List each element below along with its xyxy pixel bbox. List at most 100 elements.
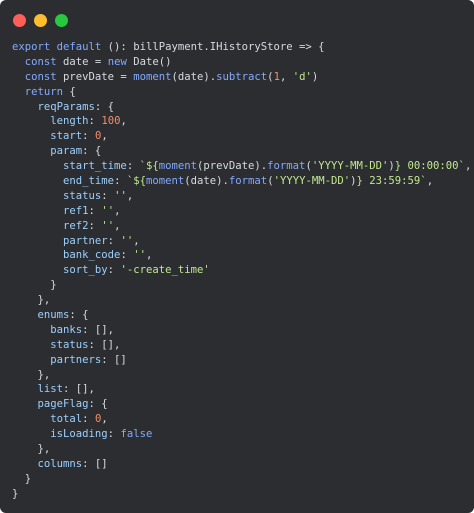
- code-token: 'YYYY-MM-DD': [311, 160, 389, 173]
- code-token: }: [12, 472, 32, 485]
- code-line: ref2: '',: [12, 219, 468, 234]
- code-token: billPayment: [133, 41, 204, 53]
- code-line: pageFlag: {: [12, 397, 468, 412]
- code-token: export default: [12, 41, 102, 53]
- code-token: : []: [101, 353, 127, 366]
- code-token: banks: [12, 323, 83, 336]
- code-token: bank_code: [12, 249, 121, 262]
- code-line: start_time: `${moment(prevDate).format('…: [12, 159, 472, 174]
- code-token: } 00:00:00`: [394, 160, 465, 173]
- code-token: enums: [12, 309, 70, 322]
- code-line: param: {: [12, 144, 468, 159]
- code-line: const date = new Date(): [12, 55, 468, 70]
- code-token: `${: [126, 175, 146, 188]
- code-token: :: [107, 234, 121, 247]
- code-line: status: [],: [12, 338, 468, 353]
- code-line: ref1: '',: [12, 204, 468, 219]
- code-line: }: [12, 487, 468, 502]
- code-token: const: [12, 55, 57, 68]
- code-line: const prevDate = moment(date).subtract(1…: [12, 70, 468, 85]
- code-token: '': [120, 234, 134, 247]
- code-line: },: [12, 368, 468, 383]
- code-token: :: [120, 249, 134, 262]
- code-token: ,: [126, 189, 134, 202]
- code-token: }: [12, 487, 19, 500]
- code-token: :: [101, 189, 115, 202]
- code-line: start: 0,: [12, 129, 468, 144]
- code-line: }: [12, 278, 468, 293]
- code-token: },: [12, 294, 51, 307]
- code-line: banks: [],: [12, 323, 468, 338]
- code-line: },: [12, 442, 468, 457]
- code-token: :: [82, 413, 95, 426]
- code-token: ref2: [12, 219, 89, 232]
- code-token: format: [228, 175, 268, 188]
- window-titlebar: [0, 0, 474, 40]
- code-token: :: [88, 204, 102, 217]
- code-token: {: [63, 85, 76, 98]
- minimize-window-button[interactable]: [34, 14, 47, 27]
- code-token: :: [82, 130, 95, 143]
- code-token: : {: [82, 145, 102, 158]
- code-token: list: [12, 383, 64, 396]
- code-token: date =: [56, 55, 108, 68]
- code-line: enums: {: [12, 308, 468, 323]
- code-token: '': [101, 219, 115, 232]
- code-token: } 23:59:59`: [356, 175, 427, 188]
- code-token: ,: [101, 130, 108, 143]
- code-token: : [],: [82, 323, 115, 336]
- code-token: ): [311, 70, 319, 83]
- code-token: isLoading: [12, 428, 108, 441]
- code-token: `${: [139, 160, 159, 173]
- code-token: }: [12, 279, 57, 292]
- code-token: ref1: [12, 204, 89, 217]
- code-token: :: [88, 115, 102, 128]
- code-token: 'd': [292, 70, 312, 83]
- code-token: IHistoryStore: [209, 41, 293, 53]
- code-token: :: [114, 175, 127, 188]
- code-token: start_time: [12, 160, 127, 173]
- code-line: partners: []: [12, 353, 468, 368]
- code-token: Date(): [126, 55, 172, 68]
- code-token: length: [12, 115, 89, 128]
- code-token: subtract: [216, 70, 268, 83]
- code-token: return: [12, 85, 64, 98]
- code-token: ,: [145, 249, 153, 262]
- code-token: (date).: [171, 70, 217, 83]
- code-token: ,: [133, 234, 140, 247]
- code-token: moment: [133, 70, 172, 83]
- code-line: sort_by: '-create_time': [12, 263, 468, 278]
- code-token: moment: [145, 175, 185, 188]
- code-token: total: [12, 413, 83, 426]
- code-token: : [],: [63, 383, 95, 396]
- code-token: ,: [426, 175, 434, 188]
- code-line: total: 0,: [12, 412, 468, 427]
- code-line: partner: '',: [12, 234, 468, 249]
- code-line: export default (): billPayment.IHistoryS…: [12, 40, 468, 55]
- code-token: status: [12, 338, 89, 351]
- code-token: => {: [292, 41, 325, 53]
- code-token: end_time: [12, 175, 115, 188]
- code-token: moment: [158, 160, 197, 173]
- code-block: export default (): billPayment.IHistoryS…: [12, 40, 472, 502]
- code-token: ,: [114, 204, 121, 217]
- code-line: return {: [12, 85, 468, 100]
- code-token: : {: [94, 100, 115, 113]
- code-line: },: [12, 293, 468, 308]
- close-window-button[interactable]: [13, 14, 26, 27]
- code-token: new: [107, 55, 127, 68]
- code-token: prevDate =: [56, 70, 134, 83]
- code-line: bank_code: '',: [12, 248, 468, 263]
- code-token: '': [114, 189, 127, 202]
- code-token: :: [107, 264, 121, 277]
- zoom-window-button[interactable]: [55, 14, 68, 27]
- code-token: :: [107, 428, 121, 441]
- code-line: isLoading: false: [12, 427, 468, 442]
- code-token: sort_by: [12, 264, 108, 277]
- code-token: ,: [464, 160, 472, 173]
- code-token: ,: [101, 413, 108, 426]
- code-token: },: [12, 443, 51, 456]
- code-line: length: 100,: [12, 114, 468, 129]
- code-token: ():: [101, 41, 134, 53]
- code-token: (prevDate).: [197, 160, 268, 173]
